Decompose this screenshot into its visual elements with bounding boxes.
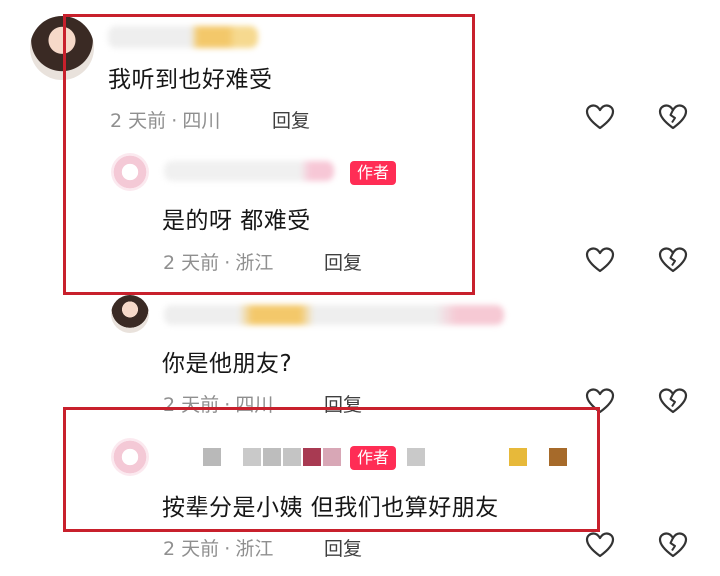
- username-blurred[interactable]: [164, 305, 504, 325]
- comment-time: 2 天前: [163, 538, 220, 560]
- comment-location: 浙江: [235, 538, 274, 560]
- comment-text: 你是他朋友?: [162, 351, 293, 377]
- highlight-box: [63, 14, 475, 295]
- reply-button[interactable]: 回复: [324, 534, 362, 561]
- heart-outline-icon[interactable]: [585, 103, 615, 131]
- comment-meta: 2 天前 · 浙江: [163, 534, 273, 561]
- avatar[interactable]: [111, 295, 149, 333]
- broken-heart-icon[interactable]: [658, 531, 688, 559]
- broken-heart-icon[interactable]: [658, 246, 688, 274]
- heart-outline-icon[interactable]: [585, 246, 615, 274]
- broken-heart-icon[interactable]: [658, 387, 688, 415]
- broken-heart-icon[interactable]: [658, 103, 688, 131]
- meta-separator: ·: [224, 538, 231, 560]
- highlight-box: [63, 407, 600, 532]
- heart-outline-icon[interactable]: [585, 531, 615, 559]
